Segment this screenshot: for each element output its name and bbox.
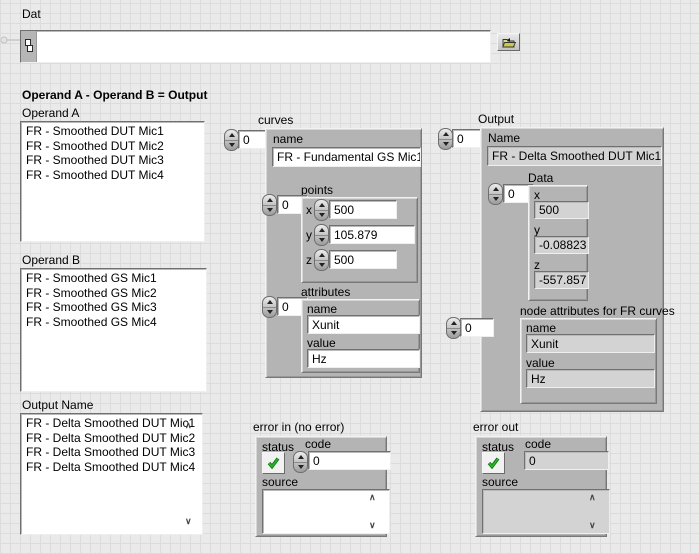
data-index-spinner[interactable] <box>488 183 503 205</box>
decrement-icon[interactable] <box>263 205 276 215</box>
path-control-label: Dat <box>22 8 41 21</box>
list-item[interactable]: FR - Delta Smoothed DUT Mic2 <box>21 431 202 446</box>
list-item[interactable]: FR - Smoothed GS Mic3 <box>21 300 206 315</box>
operand-a-label: Operand A <box>22 107 79 120</box>
wire-decoration <box>0 34 22 46</box>
point-y-spinner[interactable] <box>314 224 329 246</box>
node-attribute-name-field: Xunit <box>526 334 655 353</box>
labview-front-panel: { "window": { "background": "#eaeaea", "… <box>0 0 699 554</box>
output-name-listbox[interactable]: FR - Delta Smoothed DUT Mic1FR - Delta S… <box>20 413 203 535</box>
path-input[interactable] <box>20 30 491 63</box>
node-attribute-value-field: Hz <box>526 369 655 388</box>
error-in-source-label: source <box>262 476 298 489</box>
curve-name-label: name <box>273 133 303 146</box>
folder-open-icon <box>502 37 516 48</box>
output-name-field-label: Name <box>488 132 520 145</box>
attribute-value-field[interactable]: Hz <box>307 349 420 368</box>
operand-a-listbox[interactable]: FR - Smoothed DUT Mic1FR - Smoothed DUT … <box>20 121 205 242</box>
point-x-spinner[interactable] <box>314 199 329 221</box>
decrement-icon[interactable] <box>315 260 328 270</box>
point-y-label: y <box>306 229 312 242</box>
checkmark-icon <box>267 457 280 469</box>
output-label: Output <box>478 113 514 126</box>
decrement-icon[interactable] <box>315 235 328 245</box>
point-y-field[interactable]: 105.879 <box>329 225 415 244</box>
checkmark-icon <box>487 457 500 469</box>
list-item[interactable]: FR - Smoothed DUT Mic3 <box>21 153 204 168</box>
scroll-up-icon[interactable]: ∧ <box>589 493 696 502</box>
attribute-name-field[interactable]: Xunit <box>307 315 420 334</box>
decrement-icon[interactable] <box>294 462 307 472</box>
list-item[interactable]: FR - Smoothed GS Mic1 <box>21 271 206 286</box>
error-in-code-spinner[interactable] <box>293 451 308 473</box>
point-x-field[interactable]: 500 <box>329 200 397 219</box>
list-item[interactable]: FR - Delta Smoothed DUT Mic3 <box>21 445 202 460</box>
output-name-label: Output Name <box>22 399 93 412</box>
data-x-field: 500 <box>534 201 589 219</box>
list-item[interactable]: FR - Smoothed DUT Mic2 <box>21 139 204 154</box>
curves-index-spinner[interactable] <box>224 129 239 151</box>
list-item[interactable]: FR - Delta Smoothed DUT Mic1 <box>21 416 202 431</box>
point-z-field[interactable]: 500 <box>329 250 397 269</box>
path-type-glyph <box>21 31 37 62</box>
decrement-icon[interactable] <box>489 194 502 204</box>
error-out-status-indicator <box>482 452 505 474</box>
curves-label: curves <box>258 114 293 127</box>
error-out-label: error out <box>473 421 518 434</box>
error-out-source-label: source <box>482 476 518 489</box>
data-y-field: -0.08823 <box>534 236 589 254</box>
list-item[interactable]: FR - Smoothed GS Mic2 <box>21 286 206 301</box>
browse-button[interactable] <box>497 33 520 51</box>
operand-b-listbox[interactable]: FR - Smoothed GS Mic1FR - Smoothed GS Mi… <box>20 268 207 392</box>
point-z-spinner[interactable] <box>314 249 329 271</box>
error-out-code-label: code <box>525 438 551 451</box>
output-curve-name-field: FR - Delta Smoothed DUT Mic1 <box>487 146 662 166</box>
decrement-icon[interactable] <box>315 210 328 220</box>
attributes-index-spinner[interactable] <box>262 296 277 318</box>
curve-name-field[interactable]: FR - Fundamental GS Mic1 <box>272 147 421 167</box>
list-item[interactable]: FR - Smoothed DUT Mic4 <box>21 168 204 183</box>
node-attributes-index-spinner[interactable] <box>446 317 461 339</box>
error-in-code-field[interactable]: 0 <box>308 451 391 470</box>
operand-b-label: Operand B <box>22 254 80 267</box>
output-index-spinner[interactable] <box>438 128 453 150</box>
list-item[interactable]: FR - Smoothed DUT Mic1 <box>21 124 204 139</box>
attributes-label: attributes <box>301 286 350 299</box>
scroll-down-icon[interactable]: ∨ <box>589 521 696 530</box>
data-z-field: -557.857 <box>534 271 589 289</box>
point-z-label: z <box>306 254 312 267</box>
points-index-spinner[interactable] <box>262 194 277 216</box>
decrement-icon[interactable] <box>225 140 238 150</box>
node-attributes-label: node attributes for FR curves <box>520 305 675 318</box>
list-item[interactable]: FR - Delta Smoothed DUT Mic4 <box>21 460 202 475</box>
equation-heading: Operand A - Operand B = Output <box>22 89 207 102</box>
error-in-status-button[interactable] <box>262 452 285 474</box>
list-item[interactable]: FR - Smoothed GS Mic4 <box>21 315 206 330</box>
decrement-icon[interactable] <box>263 307 276 317</box>
decrement-icon[interactable] <box>439 139 452 149</box>
error-in-code-label: code <box>305 438 331 451</box>
node-attributes-index-value[interactable]: 0 <box>460 318 494 337</box>
error-out-code-field: 0 <box>524 451 609 470</box>
error-in-label: error in (no error) <box>253 421 344 434</box>
point-x-label: x <box>306 204 312 217</box>
decrement-icon[interactable] <box>447 328 460 338</box>
